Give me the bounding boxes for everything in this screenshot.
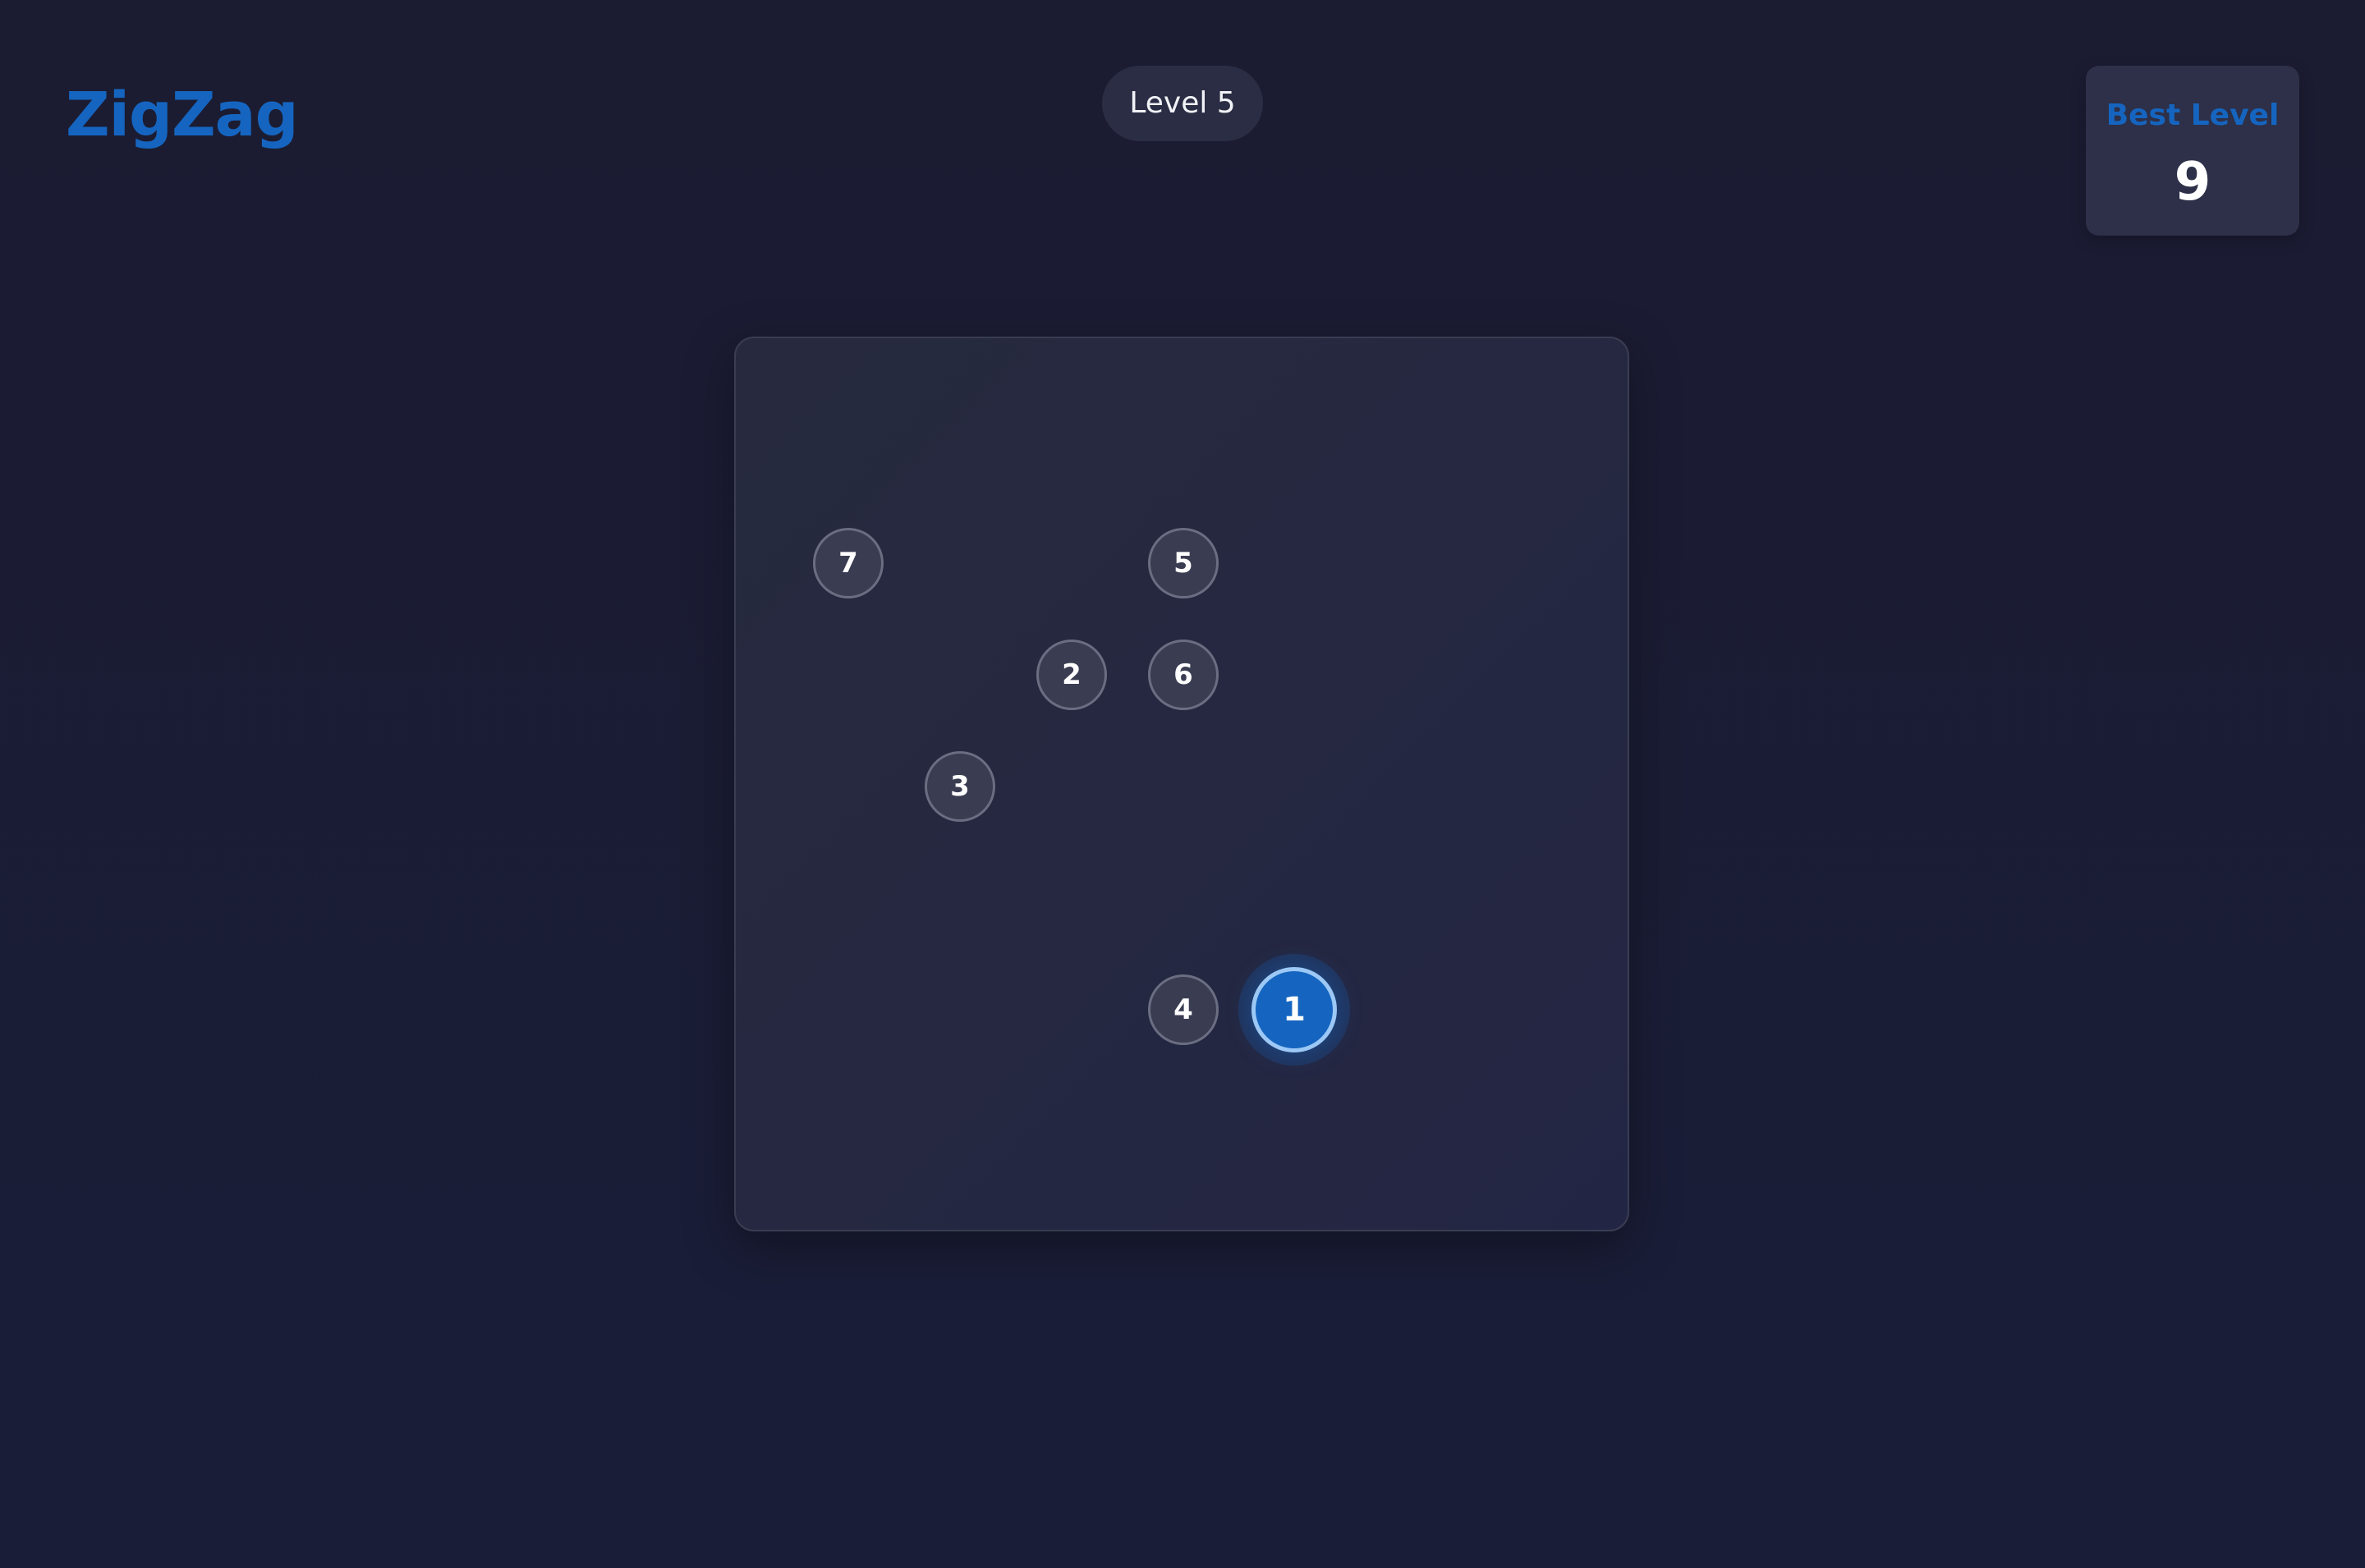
best-level-label: Best Level bbox=[2106, 99, 2280, 132]
node-6[interactable]: 6 bbox=[1148, 640, 1219, 710]
level-indicator: Level 5 bbox=[1102, 66, 1263, 141]
node-1[interactable]: 1 bbox=[1251, 967, 1337, 1052]
best-level-value: 9 bbox=[2174, 152, 2211, 213]
node-7[interactable]: 7 bbox=[813, 528, 884, 598]
node-2[interactable]: 2 bbox=[1036, 640, 1107, 710]
node-4[interactable]: 4 bbox=[1148, 974, 1219, 1045]
best-level-card: Best Level 9 bbox=[2086, 66, 2299, 236]
app-logo: ZigZag bbox=[66, 80, 299, 150]
node-3[interactable]: 3 bbox=[925, 751, 995, 822]
game-board: 1 2 3 4 5 6 7 bbox=[734, 337, 1629, 1231]
node-5[interactable]: 5 bbox=[1148, 528, 1219, 598]
